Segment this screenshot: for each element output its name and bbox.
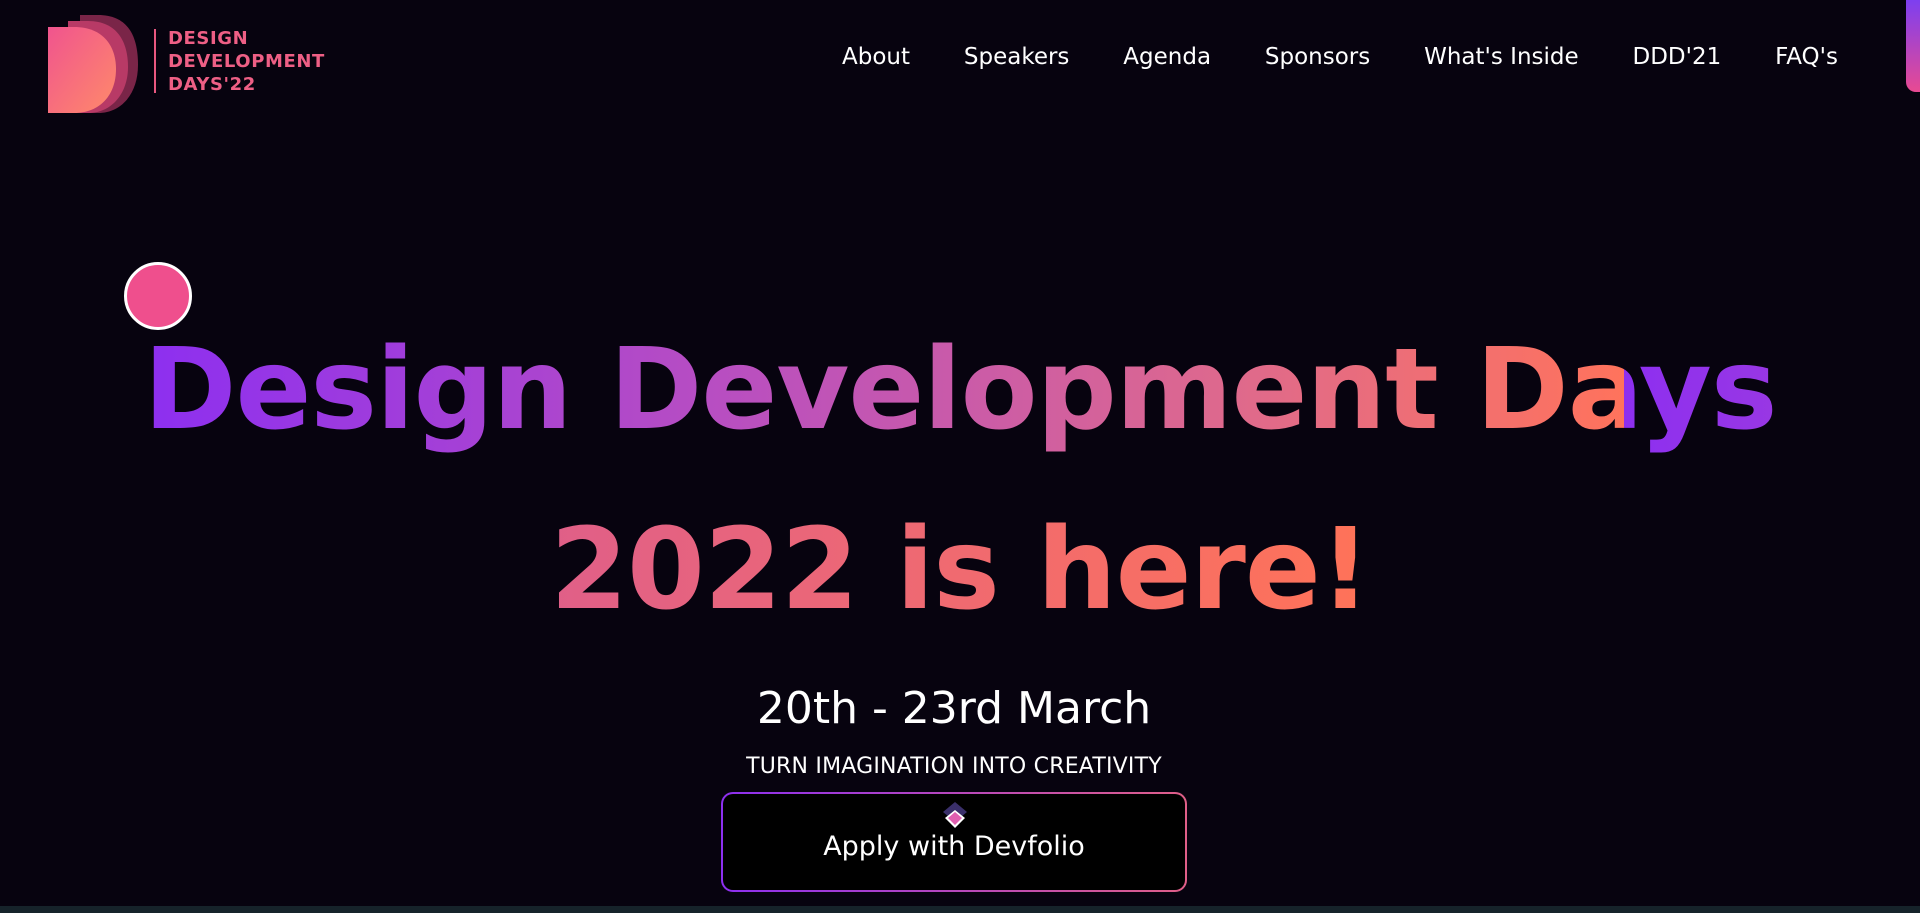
- nav-link-speakers[interactable]: Speakers: [964, 44, 1070, 70]
- nav-link-ddd21[interactable]: DDD'21: [1633, 44, 1722, 70]
- logo-divider: [154, 29, 156, 93]
- hero-title-line-2: 2022 is here!: [550, 480, 1371, 660]
- site-logo[interactable]: DESIGN DEVELOPMENT DAYS'22: [46, 9, 336, 113]
- devfolio-icon: [943, 802, 967, 828]
- hero-title: Design Development Days 2022 is here!: [0, 300, 1920, 660]
- event-date: 20th - 23rd March: [756, 683, 1152, 734]
- nav-link-sponsors[interactable]: Sponsors: [1265, 44, 1370, 70]
- next-section-edge: [0, 906, 1920, 913]
- nav-link-faqs[interactable]: FAQ's: [1775, 44, 1838, 70]
- logo-wordmark: DESIGN DEVELOPMENT DAYS'22: [168, 27, 325, 96]
- scroll-progress-indicator[interactable]: [1906, 0, 1920, 92]
- apply-button-inner: Apply with Devfolio: [723, 794, 1185, 890]
- apply-with-devfolio-button[interactable]: Apply with Devfolio: [721, 792, 1187, 892]
- apply-button-label: Apply with Devfolio: [823, 830, 1085, 862]
- nav-link-about[interactable]: About: [842, 44, 910, 70]
- nav-link-agenda[interactable]: Agenda: [1123, 44, 1211, 70]
- landing-page: DESIGN DEVELOPMENT DAYS'22 About Speaker…: [0, 0, 1920, 913]
- logo-line-design: DESIGN: [168, 27, 249, 49]
- main-nav: About Speakers Agenda Sponsors What's In…: [842, 44, 1838, 70]
- hero-title-line-1: Design Development Days: [144, 300, 1778, 480]
- nav-link-whats-inside[interactable]: What's Inside: [1424, 44, 1579, 70]
- hero-tagline: TURN IMAGINATION INTO CREATIVITY: [746, 754, 1162, 779]
- logo-line-development: DEVELOPMENT: [168, 50, 325, 72]
- ddd-logo-icon: [48, 15, 138, 113]
- logo-line-days: DAYS'22: [168, 73, 256, 95]
